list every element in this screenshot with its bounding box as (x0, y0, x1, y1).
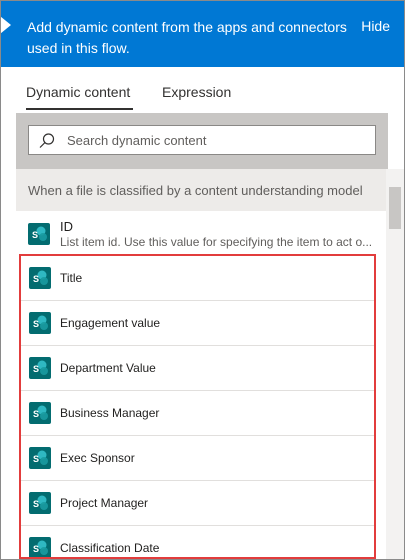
panel-header: Add dynamic content from the apps and co… (1, 1, 404, 67)
panel-pointer (1, 16, 11, 34)
search-area (16, 113, 388, 169)
hide-button[interactable]: Hide (361, 18, 390, 34)
search-icon (39, 133, 55, 148)
scrollbar[interactable] (386, 169, 404, 559)
scrollbar-thumb[interactable] (389, 187, 401, 229)
item-title: ID (60, 219, 73, 234)
section-title: When a file is classified by a content u… (28, 183, 363, 198)
tab-bar: Dynamic content Expression (1, 67, 404, 113)
item-description: List item id. Use this value for specify… (60, 235, 373, 249)
tab-expression[interactable]: Expression (162, 84, 231, 100)
search-input[interactable] (67, 126, 367, 154)
highlight-box (19, 254, 376, 559)
section-header: When a file is classified by a content u… (16, 169, 388, 211)
dynamic-content-panel: Add dynamic content from the apps and co… (0, 0, 405, 560)
tab-dynamic-content[interactable]: Dynamic content (26, 84, 130, 100)
svg-text:S: S (32, 230, 38, 240)
search-box[interactable] (28, 125, 376, 155)
header-description: Add dynamic content from the apps and co… (27, 19, 347, 56)
active-tab-indicator (26, 108, 133, 110)
sharepoint-icon: S (28, 223, 50, 245)
list-item-id[interactable]: S ID List item id. Use this value for sp… (16, 211, 386, 253)
